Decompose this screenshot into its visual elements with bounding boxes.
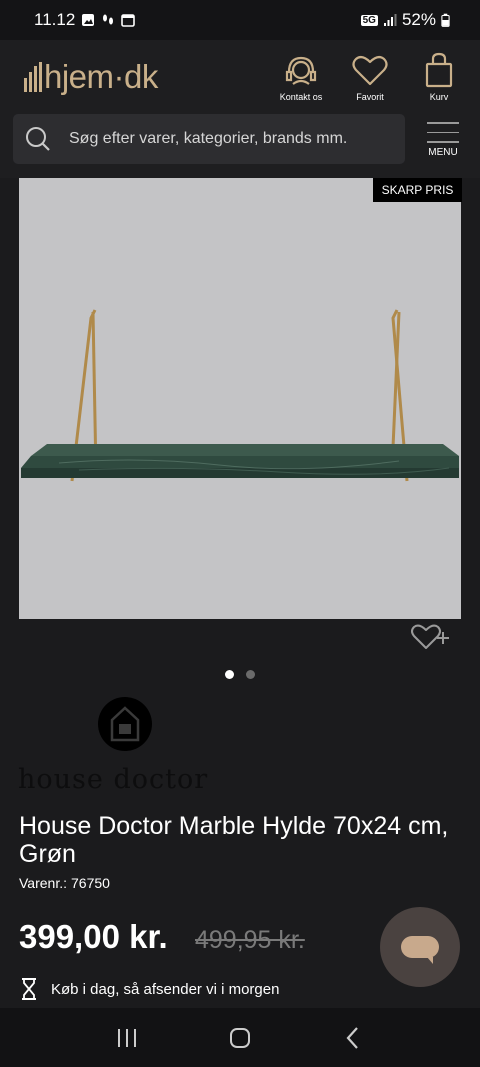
house-tag-icon (110, 706, 140, 742)
brand-name[interactable]: house doctor (18, 764, 208, 795)
battery-level: 52% (401, 10, 436, 29)
logo-mark (24, 62, 42, 92)
heart-plus-icon[interactable] (410, 620, 450, 652)
home-icon[interactable] (227, 1025, 253, 1051)
pagination-dot[interactable] (246, 670, 255, 679)
contact-label: Kontakt os (279, 92, 323, 102)
site-logo[interactable]: hjem·dk (24, 58, 158, 96)
delivery-text: Køb i dag, så afsender vi i morgen (51, 980, 280, 998)
search-icon (26, 127, 50, 151)
delivery-info: Køb i dag, så afsender vi i morgen (19, 977, 279, 1001)
system-nav-bar (0, 1008, 480, 1067)
pagination-dot[interactable] (225, 670, 234, 679)
menu-button[interactable]: MENU (426, 122, 460, 158)
battery-icon (441, 13, 450, 27)
cart-button[interactable]: Kurv (409, 50, 469, 102)
headset-icon (285, 56, 317, 85)
chat-button[interactable] (380, 907, 460, 987)
network-type: 5G (360, 14, 378, 26)
site-header: hjem·dk Kontakt os Favorit Kurv Søg efte… (0, 40, 480, 178)
product-title: House Doctor Marble Hylde 70x24 cm, Grøn (19, 812, 449, 868)
status-time: 11.12 (34, 10, 76, 29)
gallery-icon (82, 14, 95, 26)
search-bar[interactable] (13, 114, 405, 164)
favorite-label: Favorit (356, 92, 384, 102)
sku-value: 76750 (71, 875, 110, 891)
product-price: 399,00 kr. (19, 918, 168, 955)
back-icon[interactable] (340, 1025, 366, 1051)
brand-logo[interactable] (98, 697, 152, 751)
contact-button[interactable]: Kontakt os (271, 50, 331, 102)
recent-apps-icon[interactable] (114, 1025, 140, 1051)
sale-badge: SKARP PRIS (373, 178, 462, 202)
status-bar: 11.12 5G 52% (0, 0, 480, 40)
hourglass-icon (22, 978, 36, 1000)
bag-icon (425, 52, 453, 88)
search-input[interactable] (69, 130, 389, 148)
cart-label: Kurv (429, 92, 449, 102)
sku-label: Varenr.: (19, 875, 67, 891)
original-price: 499,95 kr. (195, 926, 305, 954)
hamburger-icon (427, 122, 459, 143)
favorite-button[interactable]: Favorit (340, 50, 400, 102)
marble-shelf-illustration (21, 309, 459, 482)
signal-icon (383, 14, 397, 26)
product-image[interactable] (19, 178, 461, 619)
menu-label: MENU (428, 146, 458, 158)
chat-icon (401, 936, 439, 964)
calendar-icon (121, 14, 136, 27)
heart-icon (352, 55, 388, 86)
logo-text: hjem·dk (44, 58, 158, 95)
image-pagination (0, 670, 480, 679)
sku: Varenr.: 76750 (19, 875, 110, 891)
steps-icon (103, 14, 114, 25)
